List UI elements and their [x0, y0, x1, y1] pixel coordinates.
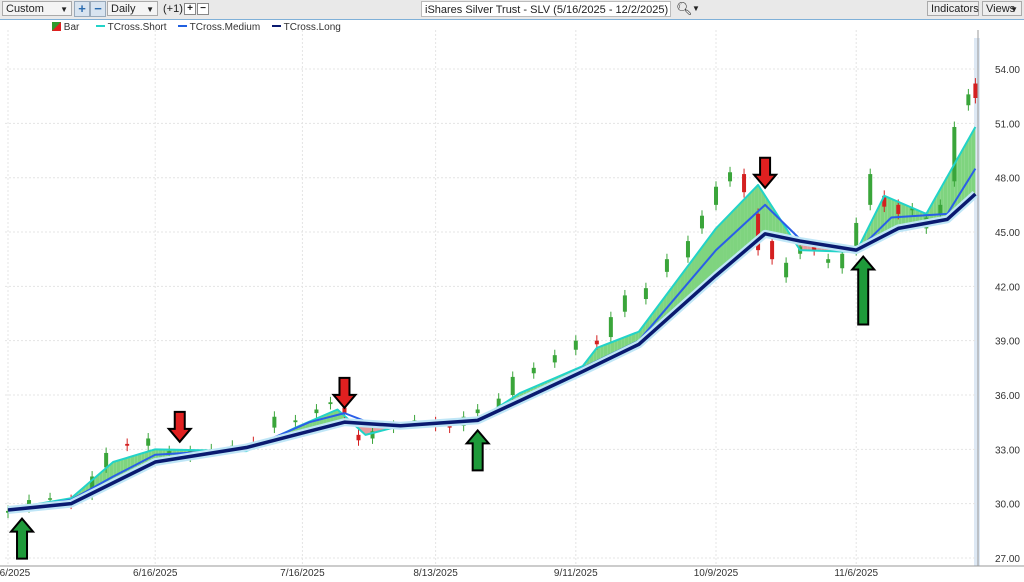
- y-tick-label: 27.00: [995, 554, 1020, 565]
- y-tick-label: 30.00: [995, 500, 1020, 511]
- candle-body: [146, 438, 151, 446]
- ma-fill: [971, 126, 976, 198]
- candle-body: [552, 355, 557, 363]
- arrow-down-icon: [331, 376, 358, 410]
- candle-body: [868, 174, 873, 205]
- candle-body: [685, 241, 690, 258]
- candle-body: [573, 340, 578, 350]
- candle-body: [510, 376, 515, 396]
- zoom-out-button[interactable]: −: [90, 1, 106, 17]
- candle-body: [608, 317, 613, 338]
- symbol-title-field[interactable]: iShares Silver Trust - SLV (5/16/2025 - …: [421, 1, 671, 17]
- candle-body: [664, 259, 669, 272]
- arrow-down-icon: [166, 410, 193, 444]
- x-tick-label: 8/13/2025: [413, 568, 458, 579]
- ma-fill: [761, 190, 766, 237]
- zoom-in-button[interactable]: +: [74, 1, 90, 17]
- offset-minus-button[interactable]: −: [197, 3, 209, 15]
- y-tick-label: 54.00: [995, 65, 1020, 76]
- scroll-strip: [974, 38, 980, 566]
- candle-body: [742, 174, 747, 193]
- x-tick-label: 10/9/2025: [694, 568, 739, 579]
- y-tick-label: 45.00: [995, 228, 1020, 239]
- interval-value: Daily: [111, 3, 136, 15]
- x-tick-label: 6/16/2025: [133, 568, 178, 579]
- ma-fill: [961, 145, 965, 207]
- arrow-up-icon: [8, 517, 36, 560]
- dropdown-arrow-icon: ▼: [60, 5, 68, 14]
- offset-plus-button[interactable]: +: [184, 3, 196, 15]
- long-ma-line: [7, 192, 977, 512]
- y-tick-label: 36.00: [995, 391, 1020, 402]
- candle-body: [938, 204, 943, 214]
- ma-fill: [964, 139, 969, 204]
- offset-label: (+1): [163, 3, 183, 15]
- ma-fill: [957, 151, 962, 210]
- interval-select[interactable]: Daily ▼: [107, 1, 158, 16]
- candle-body: [643, 288, 648, 300]
- dropdown-arrow-icon: ▼: [1010, 5, 1018, 14]
- ma-fill: [968, 133, 972, 201]
- candle-body: [840, 253, 845, 269]
- arrow-up-icon: [850, 254, 877, 326]
- candle-body: [728, 172, 733, 182]
- candle-body: [770, 241, 775, 260]
- candle-body: [125, 443, 130, 446]
- dropdown-arrow-icon: ▼: [146, 5, 154, 14]
- search-icon[interactable]: 🔍︎: [676, 1, 693, 17]
- candle-body: [622, 295, 627, 312]
- y-tick-label: 39.00: [995, 337, 1020, 348]
- candle-body: [896, 204, 901, 214]
- arrow-up-icon: [464, 428, 491, 472]
- x-tick-label: 9/11/2025: [554, 568, 598, 579]
- candle-body: [314, 409, 319, 414]
- candle-body: [293, 420, 298, 423]
- candle-body: [328, 402, 333, 405]
- candle-body: [531, 367, 536, 374]
- indicators-button[interactable]: Indicators: [927, 1, 979, 16]
- candle-body: [104, 452, 109, 468]
- candle-body: [475, 409, 480, 414]
- range-value: Custom: [6, 3, 44, 15]
- x-tick-label: 11/6/2025: [834, 568, 878, 579]
- indicators-label: Indicators: [931, 3, 979, 15]
- x-tick-label: 7/16/2025: [280, 568, 325, 579]
- arrow-down-icon: [751, 156, 779, 190]
- candle-body: [826, 259, 831, 263]
- y-tick-label: 42.00: [995, 282, 1020, 293]
- toolbar: Custom ▼ + − Daily ▼ (+1) + − iShares Silv…: [0, 0, 1024, 20]
- y-tick-label: 33.00: [995, 445, 1020, 456]
- candle-body: [356, 434, 361, 441]
- price-chart[interactable]: 27.00 30.00 33.00 36.00 39.00 42.00 45.00 48.00…: [0, 20, 1024, 582]
- range-select[interactable]: Custom ▼: [2, 1, 72, 16]
- search-dropdown-icon[interactable]: ▼: [692, 4, 700, 13]
- x-tick-label: 5/16/2025: [0, 568, 31, 579]
- views-button[interactable]: Views ▼: [982, 1, 1022, 16]
- y-tick-label: 48.00: [995, 174, 1020, 185]
- candle-body: [167, 451, 172, 453]
- candle-body: [966, 94, 971, 106]
- candle-body: [272, 416, 277, 428]
- candle-body: [714, 186, 719, 205]
- candle-body: [48, 498, 53, 500]
- candle-body: [784, 262, 789, 278]
- y-tick-label: 51.00: [995, 119, 1020, 130]
- candle-body: [952, 126, 957, 182]
- candle-body: [973, 83, 978, 99]
- candle-body: [699, 215, 704, 229]
- candle-body: [594, 340, 599, 345]
